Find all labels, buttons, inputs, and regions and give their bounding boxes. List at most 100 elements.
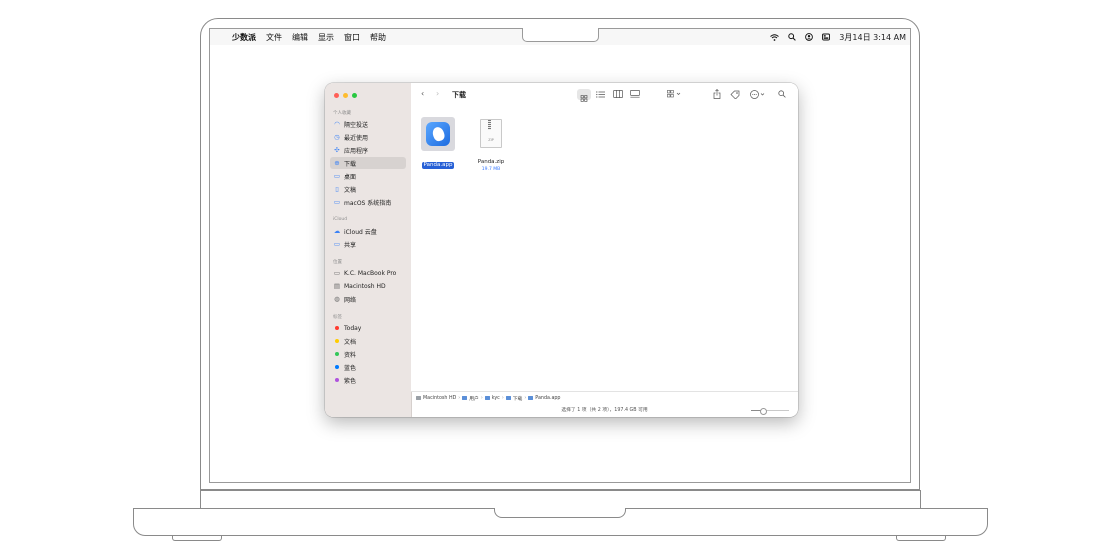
desktop-icon: ▭ <box>333 172 341 180</box>
sidebar-item-macintosh-hd[interactable]: ▤ Macintosh HD <box>330 280 406 292</box>
forward-chevron-icon[interactable]: › <box>436 89 439 98</box>
sidebar-tag-blue[interactable]: 蓝色 <box>330 361 406 373</box>
sidebar-tag-today[interactable]: Today <box>330 322 406 334</box>
sidebar-heading-favorites: 个人收藏 <box>333 111 351 116</box>
gallery-view-icon[interactable] <box>630 90 640 98</box>
yellow-tag-dot <box>335 339 339 343</box>
green-tag-dot <box>335 352 339 356</box>
panda-app-icon <box>421 117 455 151</box>
file-name: Panda.zip <box>477 159 505 165</box>
sidebar-item-macos-guide[interactable]: ▭ macOS 系统指南 <box>330 196 406 208</box>
path-separator-icon: › <box>458 395 461 401</box>
icon-view-button[interactable] <box>577 89 591 102</box>
laptop-thumb-notch <box>494 508 626 518</box>
slider-handle[interactable] <box>760 408 767 415</box>
sidebar-item-icloud-drive[interactable]: ☁ iCloud 云盘 <box>330 225 406 237</box>
shared-folder-icon: ▭ <box>333 240 341 248</box>
sidebar-item-desktop[interactable]: ▭ 桌面 <box>330 170 406 182</box>
menu-edit[interactable]: 编辑 <box>292 32 308 43</box>
column-view-icon[interactable] <box>613 90 623 98</box>
sidebar-heading-locations: 位置 <box>333 260 342 265</box>
laptop-icon: ▭ <box>333 269 341 277</box>
sidebar-item-downloads[interactable]: ⊕ 下载 <box>330 157 406 169</box>
file-size: 19.7 MB <box>481 167 501 172</box>
disk-icon: ▤ <box>333 282 341 290</box>
share-icon[interactable] <box>713 89 721 99</box>
red-tag-dot <box>335 326 339 330</box>
status-text: 选择了 1 项（共 2 项），197.4 GB 可用 <box>561 408 648 413</box>
document-icon: ▯ <box>335 185 339 193</box>
sidebar-item-applications[interactable]: ✣ 应用程序 <box>330 144 406 156</box>
tag-icon[interactable] <box>730 90 740 99</box>
menu-help[interactable]: 帮助 <box>370 32 386 43</box>
camera-notch <box>522 28 599 42</box>
sidebar-item-airdrop[interactable]: ◠ 隔空投送 <box>330 118 406 130</box>
finder-window: 个人收藏 ◠ 隔空投送 ◷ 最近使用 ✣ 应用程序 ⊕ 下载 ▭ 桌面 ▯ 文稿 ▭ macO… <box>325 83 798 417</box>
zip-file-icon: ZIP <box>480 119 502 148</box>
sidebar-tag-purple[interactable]: 紫色 <box>330 374 406 386</box>
control-center-icon[interactable] <box>822 33 831 41</box>
back-chevron-icon[interactable]: ‹ <box>421 89 424 98</box>
close-button[interactable] <box>334 93 339 98</box>
path-panda-app[interactable]: Panda.app <box>528 396 560 401</box>
airdrop-icon: ◠ <box>334 120 340 128</box>
sidebar-item-macbook[interactable]: ▭ K.C. MacBook Pro <box>330 267 406 279</box>
download-icon: ⊕ <box>334 159 340 167</box>
sidebar-tag-documents[interactable]: 文档 <box>330 335 406 347</box>
laptop-screen: 少数派 文件 编辑 显示 窗口 帮助 3月14日 3:14 AM 个人收藏 ◠ 隔… <box>209 28 911 483</box>
sidebar-heading-tags: 标签 <box>333 315 342 320</box>
menu-extras: 3月14日 3:14 AM <box>761 29 906 45</box>
search-icon[interactable] <box>778 90 786 98</box>
more-actions-icon[interactable] <box>750 90 766 99</box>
sidebar-item-recents[interactable]: ◷ 最近使用 <box>330 131 406 143</box>
apps-icon: ✣ <box>334 146 340 154</box>
sidebar: 个人收藏 ◠ 隔空投送 ◷ 最近使用 ✣ 应用程序 ⊕ 下载 ▭ 桌面 ▯ 文稿 ▭ macO… <box>325 83 412 417</box>
window-title: 下载 <box>452 91 466 99</box>
clock-icon: ◷ <box>334 133 340 141</box>
file-item-panda-zip[interactable]: ZIP Panda.zip 19.7 MB <box>466 119 516 172</box>
menu-app-name[interactable]: 少数派 <box>232 32 256 43</box>
path-users[interactable]: 用户 <box>462 395 479 402</box>
toolbar: ‹ › 下载 <box>411 83 798 108</box>
path-separator-icon: › <box>501 395 504 401</box>
status-bar: 选择了 1 项（共 2 项），197.4 GB 可用 <box>411 404 798 417</box>
file-browser: Panda.app ZIP Panda.zip 19.7 MB <box>411 107 798 391</box>
menu-file[interactable]: 文件 <box>266 32 282 43</box>
purple-tag-dot <box>335 378 339 382</box>
home-folder-icon <box>484 396 490 400</box>
wifi-icon[interactable] <box>770 33 780 41</box>
laptop-foot-right <box>896 536 946 541</box>
group-by-icon[interactable] <box>667 90 682 98</box>
sidebar-heading-icloud: iCloud <box>333 217 348 222</box>
sidebar-item-network[interactable]: ◍ 网络 <box>330 293 406 305</box>
path-kyc[interactable]: kyc <box>484 396 500 401</box>
list-view-icon[interactable] <box>596 91 605 98</box>
folder-icon <box>462 396 468 400</box>
disk-icon <box>416 396 421 400</box>
grid-icon <box>580 95 588 102</box>
search-icon[interactable] <box>788 33 797 41</box>
path-bar: Macintosh HD › 用户 › kyc › 下载 › Panda.app <box>411 391 798 404</box>
laptop-foot-left <box>172 536 222 541</box>
file-item-panda-app[interactable]: Panda.app <box>413 117 463 170</box>
path-downloads[interactable]: 下载 <box>505 395 522 402</box>
menu-view[interactable]: 显示 <box>318 32 334 43</box>
globe-icon: ◍ <box>334 295 340 303</box>
app-icon <box>528 396 534 400</box>
zoom-button[interactable] <box>352 93 357 98</box>
datetime[interactable]: 3月14日 3:14 AM <box>839 32 906 43</box>
menu-window[interactable]: 窗口 <box>344 32 360 43</box>
sidebar-tag-materials[interactable]: 资料 <box>330 348 406 360</box>
folder-icon: ▭ <box>333 198 341 206</box>
sidebar-item-shared[interactable]: ▭ 共享 <box>330 238 406 250</box>
icon-size-slider[interactable] <box>751 408 789 415</box>
blue-tag-dot <box>335 365 339 369</box>
cloud-icon: ☁ <box>333 227 341 235</box>
path-macintosh-hd[interactable]: Macintosh HD <box>416 396 456 401</box>
download-folder-icon <box>505 396 511 400</box>
window-controls <box>334 93 361 98</box>
file-name: Panda.app <box>421 161 455 169</box>
sidebar-item-documents[interactable]: ▯ 文稿 <box>330 183 406 195</box>
minimize-button[interactable] <box>343 93 348 98</box>
user-icon[interactable] <box>805 33 814 41</box>
